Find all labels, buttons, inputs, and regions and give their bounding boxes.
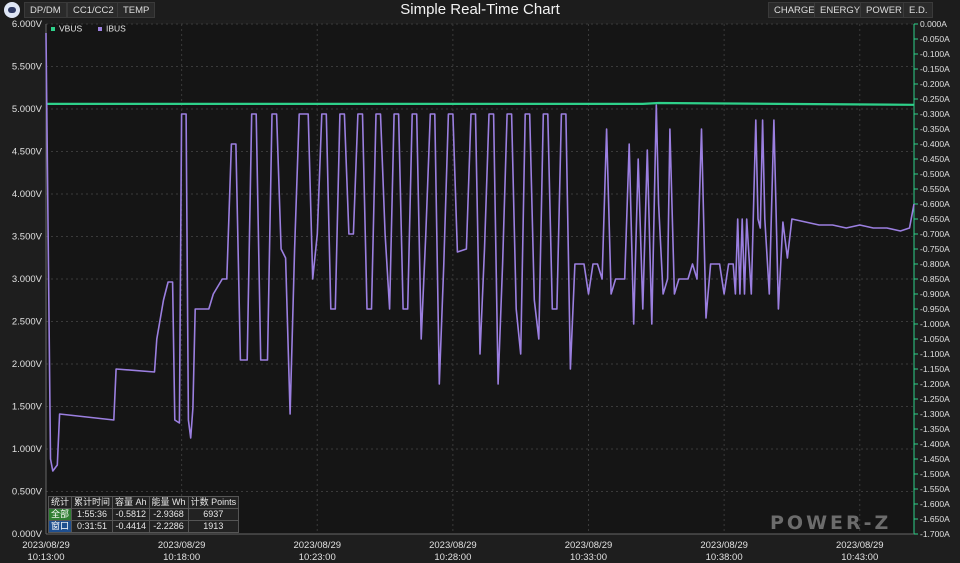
stats-cell: 1913: [187, 520, 240, 533]
y-right-tick-label: -1.150A: [920, 364, 950, 374]
y-right-tick-label: -0.150A: [920, 64, 950, 74]
y-right-tick-label: -0.850A: [920, 274, 950, 284]
y-left-tick-label: 2.500V: [12, 317, 43, 328]
stats-row-label: 窗口: [47, 520, 73, 533]
y-right-tick-label: -1.050A: [920, 334, 950, 344]
y-left-tick-label: 2.000V: [12, 359, 43, 370]
y-left-tick-label: 0.000V: [12, 529, 43, 540]
y-right-tick-label: -0.600A: [920, 199, 950, 209]
y-right-tick-label: -0.900A: [920, 289, 950, 299]
y-left-tick-label: 4.000V: [12, 189, 43, 200]
y-right-tick-label: -1.400A: [920, 439, 950, 449]
x-tick-time-label: 10:38:00: [706, 552, 743, 563]
stats-header-cell: 累计时间: [71, 496, 114, 509]
x-tick-date-label: 2023/08/29: [158, 540, 206, 551]
x-tick-date-label: 2023/08/29: [429, 540, 477, 551]
stats-row-window: 窗口 0:31:51 -0.4414 -2.2286 1913: [47, 520, 240, 533]
stats-header-row: 统计 累计时间 容量 Ah 能量 Wh 计数 Points: [47, 496, 240, 509]
y-right-tick-label: -1.700A: [920, 529, 950, 539]
y-right-tick-label: -1.600A: [920, 499, 950, 509]
y-right-tick-label: -0.450A: [920, 154, 950, 164]
y-right-tick-label: -1.550A: [920, 484, 950, 494]
y-right-tick-label: -1.100A: [920, 349, 950, 359]
y-left-tick-label: 1.000V: [12, 444, 43, 455]
y-right-tick-label: -1.500A: [920, 469, 950, 479]
y-right-tick-label: -0.800A: [920, 259, 950, 269]
y-right-tick-label: -0.100A: [920, 49, 950, 59]
y-right-tick-label: -0.950A: [920, 304, 950, 314]
y-right-tick-label: -1.250A: [920, 394, 950, 404]
y-left-tick-label: 5.500V: [12, 62, 43, 73]
stats-cell: 6937: [187, 508, 240, 521]
stats-cell: -0.4414: [112, 520, 150, 533]
y-right-tick-label: -0.650A: [920, 214, 950, 224]
y-left-tick-label: 0.500V: [12, 487, 43, 498]
y-right-tick-label: -0.050A: [920, 34, 950, 44]
y-left-tick-label: 3.500V: [12, 232, 43, 243]
x-tick-date-label: 2023/08/29: [700, 540, 748, 551]
stats-row-label: 全部: [47, 508, 73, 521]
x-tick-time-label: 10:13:00: [28, 552, 65, 563]
stats-cell: -2.2286: [148, 520, 189, 533]
y-left-tick-label: 1.500V: [12, 402, 43, 413]
y-left-tick-label: 6.000V: [12, 19, 43, 30]
stats-header-cell: 计数 Points: [187, 496, 240, 509]
stats-cell: 0:31:51: [71, 520, 114, 533]
x-tick-time-label: 10:28:00: [434, 552, 471, 563]
legend-swatch-ibus: [98, 27, 102, 31]
y-left-tick-label: 4.500V: [12, 147, 43, 158]
x-tick-time-label: 10:23:00: [299, 552, 336, 563]
y-right-tick-label: -1.450A: [920, 454, 950, 464]
x-tick-date-label: 2023/08/29: [565, 540, 613, 551]
series-line-vbus: [46, 101, 915, 106]
y-right-tick-label: -1.200A: [920, 379, 950, 389]
y-left-tick-label: 3.000V: [12, 274, 43, 285]
y-right-tick-label: -0.750A: [920, 244, 950, 254]
y-right-tick-label: -1.300A: [920, 409, 950, 419]
y-right-tick-label: -0.400A: [920, 139, 950, 149]
stats-header-cell: 能量 Wh: [148, 496, 189, 509]
x-tick-time-label: 10:43:00: [841, 552, 878, 563]
y-right-tick-label: -0.700A: [920, 229, 950, 239]
legend-label-ibus: IBUS: [106, 24, 126, 34]
y-right-tick-label: -0.200A: [920, 79, 950, 89]
y-right-tick-label: -0.550A: [920, 184, 950, 194]
y-right-tick-label: -1.000A: [920, 319, 950, 329]
statistics-table: 统计 累计时间 容量 Ah 能量 Wh 计数 Points 全部 1:55:36…: [47, 496, 240, 533]
stats-header-cell: 容量 Ah: [112, 496, 150, 509]
y-right-tick-label: -0.350A: [920, 124, 950, 134]
legend-label-vbus: VBUS: [59, 24, 82, 34]
stats-cell: -2.9368: [148, 508, 189, 521]
y-left-tick-label: 5.000V: [12, 104, 43, 115]
stats-cell: 1:55:36: [71, 508, 114, 521]
x-tick-time-label: 10:18:00: [163, 552, 200, 563]
legend-swatch-vbus: [51, 27, 55, 31]
y-right-tick-label: -1.650A: [920, 514, 950, 524]
y-right-tick-label: -1.350A: [920, 424, 950, 434]
y-right-tick-label: -0.500A: [920, 169, 950, 179]
stats-row-all: 全部 1:55:36 -0.5812 -2.9368 6937: [47, 508, 240, 521]
real-time-chart[interactable]: 0.000V 0.500V 1.000V 1.500V 2.000V 2.500V 3.00…: [0, 0, 960, 563]
x-tick-date-label: 2023/08/29: [22, 540, 70, 551]
x-tick-date-label: 2023/08/29: [293, 540, 341, 551]
x-tick-time-label: 10:33:00: [570, 552, 607, 563]
y-right-tick-label: 0.000A: [920, 19, 947, 29]
x-tick-date-label: 2023/08/29: [836, 540, 884, 551]
y-right-tick-label: -0.250A: [920, 94, 950, 104]
y-right-tick-label: -0.300A: [920, 109, 950, 119]
stats-header-cell: 统计: [47, 496, 73, 509]
power-z-watermark: POWER-Z: [770, 512, 892, 534]
stats-cell: -0.5812: [112, 508, 150, 521]
